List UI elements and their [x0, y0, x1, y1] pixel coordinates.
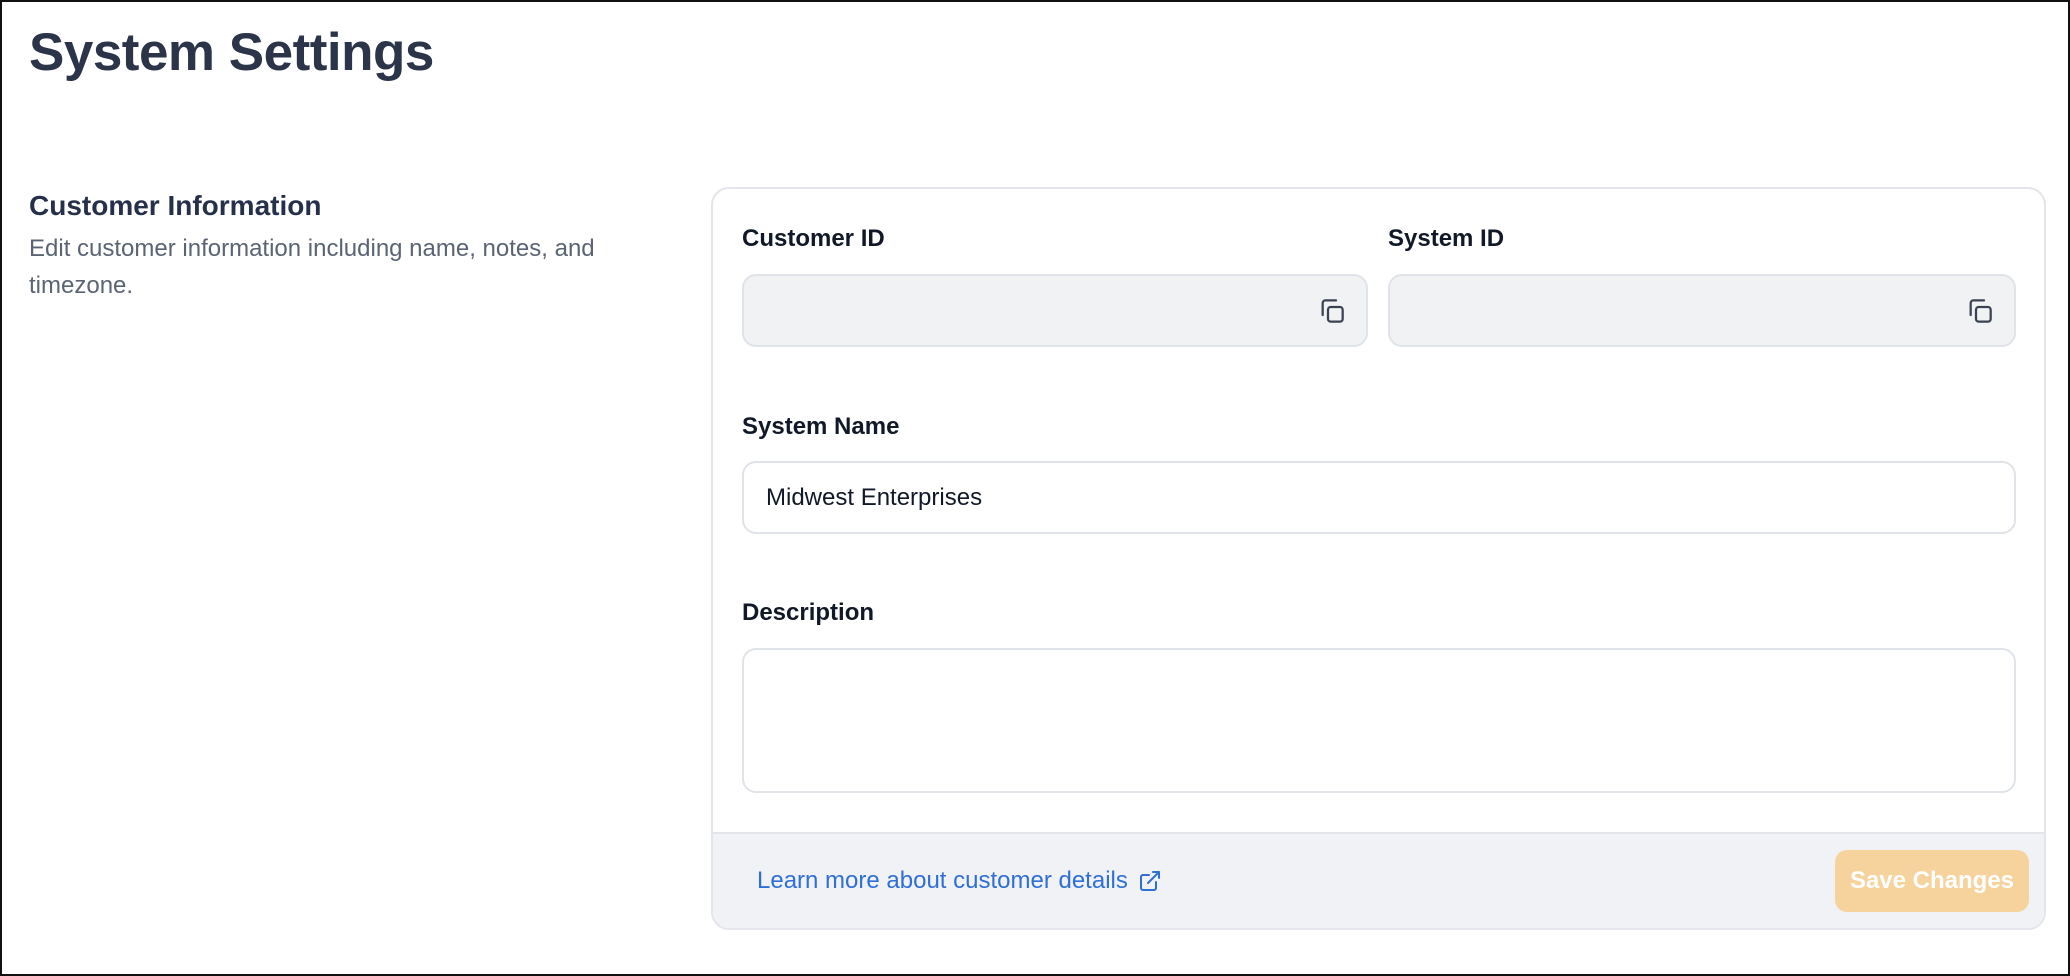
- system-name-value: Midwest Enterprises: [766, 483, 983, 511]
- system-name-label: System Name: [742, 413, 900, 440]
- copy-icon[interactable]: [1964, 295, 1996, 327]
- customer-id-label: Customer ID: [742, 225, 885, 252]
- card-footer: Learn more about customer details Save C…: [713, 832, 2044, 928]
- learn-more-link[interactable]: Learn more about customer details: [757, 867, 1162, 895]
- system-id-field[interactable]: [1388, 274, 2016, 347]
- customer-id-field[interactable]: [742, 274, 1368, 347]
- system-name-input[interactable]: Midwest Enterprises: [742, 461, 2016, 534]
- learn-more-label: Learn more about customer details: [757, 867, 1128, 894]
- save-changes-button[interactable]: Save Changes: [1835, 850, 2029, 912]
- section-title: Customer Information: [29, 190, 322, 221]
- system-id-label: System ID: [1388, 225, 1505, 252]
- customer-info-card: Customer ID System ID System Name Midwes…: [711, 187, 2046, 930]
- external-link-icon: [1139, 871, 1160, 891]
- description-textarea[interactable]: [742, 648, 2016, 793]
- page-title: System Settings: [29, 23, 434, 82]
- description-label: Description: [742, 599, 875, 626]
- section-info: Customer Information Edit customer infor…: [29, 190, 649, 304]
- copy-icon[interactable]: [1316, 295, 1348, 327]
- section-description: Edit customer information including name…: [29, 235, 595, 299]
